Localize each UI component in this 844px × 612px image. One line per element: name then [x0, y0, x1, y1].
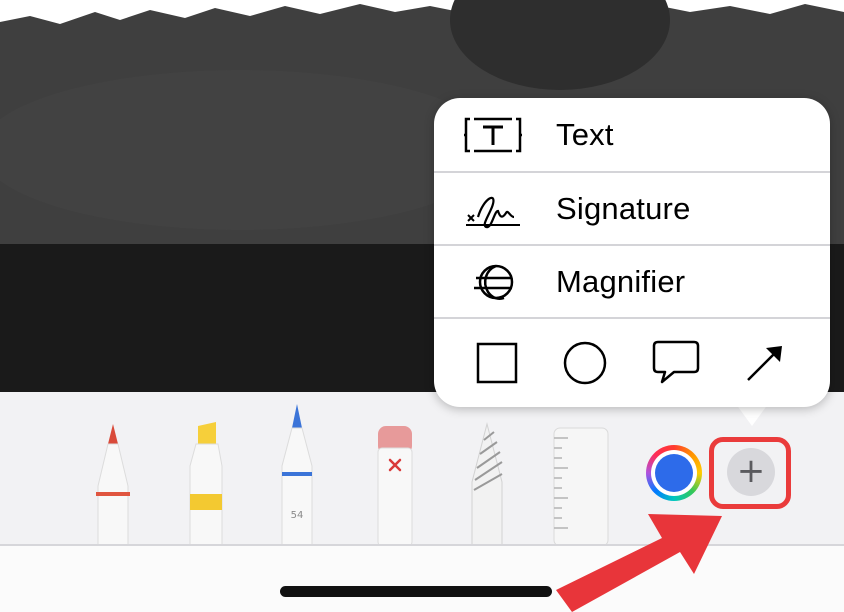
- red-pointer-arrow: [556, 514, 722, 612]
- markup-screen: 54 + Text Signature Magnifier: [0, 0, 844, 612]
